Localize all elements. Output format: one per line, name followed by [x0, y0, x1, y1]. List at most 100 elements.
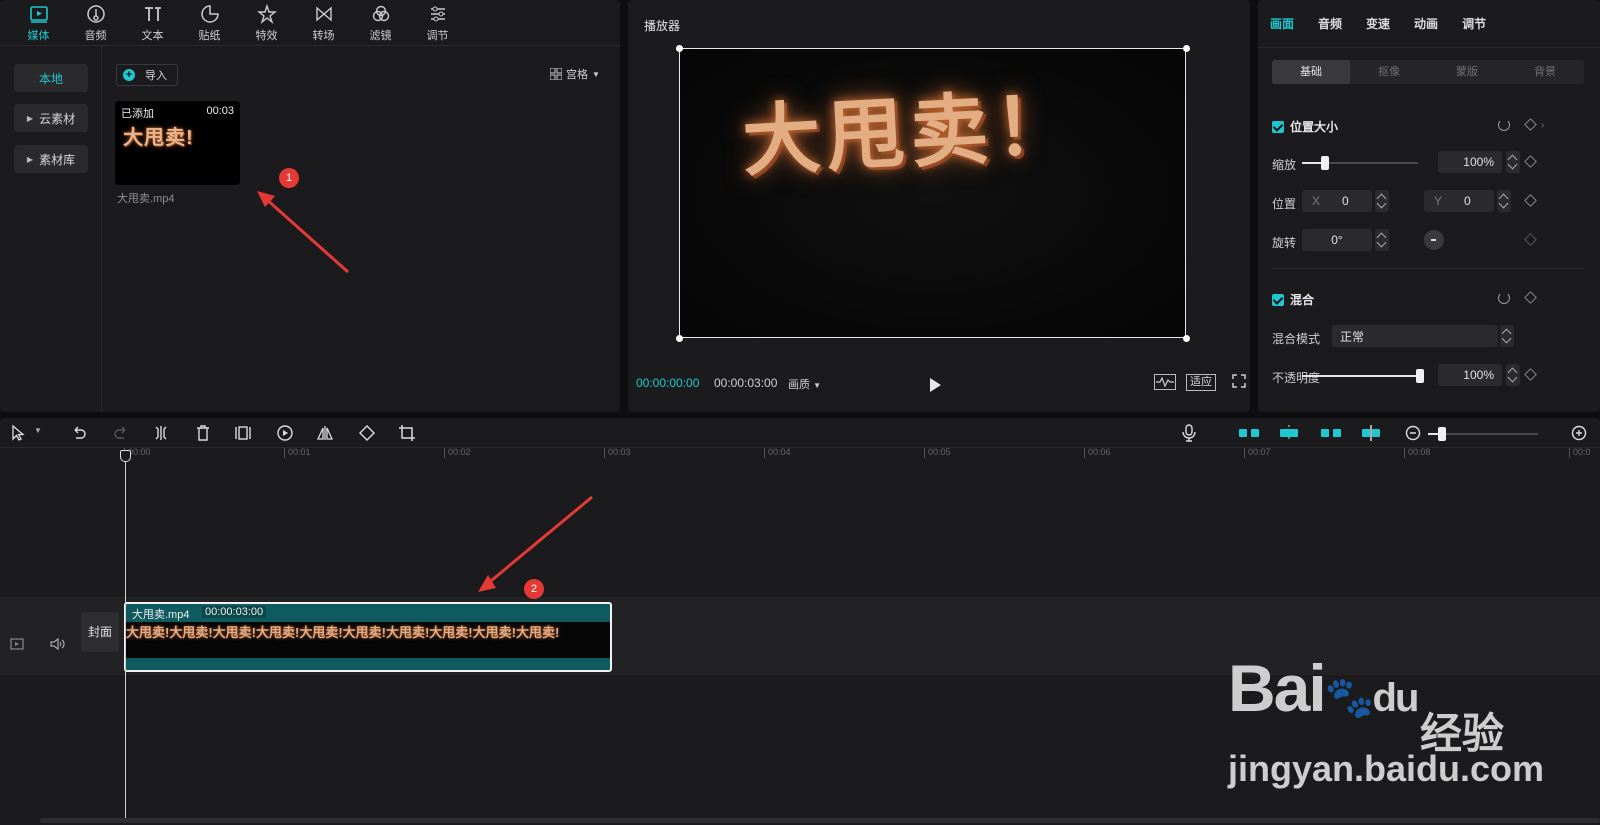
caret-right-icon: ▶ [26, 113, 34, 123]
sidebar-item-library[interactable]: ▶ 素材库 [14, 145, 88, 173]
subtab-basic[interactable]: 基础 [1272, 60, 1350, 84]
blend-mode-select[interactable]: 正常 [1332, 325, 1498, 347]
import-button[interactable]: + 导入 [116, 64, 178, 86]
reset-icon[interactable] [1498, 292, 1510, 304]
tab-audio-props[interactable]: 音频 [1318, 0, 1342, 47]
blend-mode-label: 混合模式 [1272, 332, 1321, 346]
tab-picture[interactable]: 画面 [1270, 0, 1294, 47]
position-x-input[interactable]: X 0 [1302, 190, 1372, 212]
waveform-icon[interactable] [1154, 374, 1176, 390]
video-clip[interactable]: 大甩卖.mp4 00:00:03:00 大甩卖!大甩卖!大甩卖!大甩卖!大甩卖!… [124, 602, 612, 672]
zoom-out-icon[interactable] [1404, 424, 1422, 442]
fit-button[interactable]: 适应 [1186, 374, 1216, 391]
tab-adjust[interactable]: 调节 [409, 0, 466, 46]
quality-dropdown[interactable]: 画质 ▼ [788, 376, 821, 392]
zoom-in-icon[interactable] [1570, 424, 1588, 442]
play-button[interactable] [930, 378, 941, 392]
ruler-tick: 00:01 [284, 448, 311, 458]
scale-input[interactable]: 100% [1438, 151, 1502, 173]
checkbox-icon[interactable] [1272, 120, 1284, 133]
scale-slider-knob[interactable] [1321, 156, 1330, 170]
tab-animation[interactable]: 动画 [1414, 0, 1438, 47]
zoom-slider[interactable] [1428, 427, 1538, 441]
x-value: 0 [1342, 194, 1349, 208]
scale-stepper[interactable] [1506, 151, 1520, 173]
opacity-stepper[interactable] [1506, 364, 1520, 386]
keyframe-icon[interactable] [1524, 194, 1537, 207]
volume-icon[interactable] [50, 637, 66, 651]
sidebar-item-cloud[interactable]: ▶ 云素材 [14, 104, 88, 132]
tab-adjust-props[interactable]: 调节 [1462, 0, 1486, 47]
chevron-down-icon[interactable]: ▼ [34, 426, 42, 435]
tab-effects[interactable]: 特效 [238, 0, 295, 46]
timeline-scrollbar[interactable] [40, 818, 1600, 823]
media-thumbnail[interactable]: 已添加 00:03 大甩卖! [115, 101, 240, 185]
position-y-input[interactable]: Y 0 [1424, 190, 1494, 212]
linkage-icon[interactable] [1320, 424, 1342, 442]
rotate-icon[interactable] [358, 424, 376, 442]
ruler-tick: 00:0 [1569, 448, 1591, 458]
delete-icon[interactable] [194, 424, 212, 442]
resize-handle[interactable] [1183, 335, 1190, 342]
undo-icon[interactable] [70, 424, 88, 442]
rotation-input[interactable]: 0° [1302, 229, 1372, 251]
tab-speed[interactable]: 变速 [1366, 0, 1390, 47]
tab-effects-label: 特效 [255, 29, 278, 42]
redo-icon[interactable] [112, 424, 130, 442]
tab-audio[interactable]: 音频 [67, 0, 124, 46]
opacity-slider-fill [1302, 375, 1420, 377]
mirror-icon[interactable] [316, 424, 334, 442]
subtab-cutout[interactable]: 抠像 [1350, 60, 1428, 84]
media-icon [29, 5, 48, 23]
keyframe-icon[interactable] [1524, 291, 1537, 304]
rotation-stepper[interactable] [1375, 229, 1389, 251]
resize-handle[interactable] [676, 45, 683, 52]
checkbox-icon[interactable] [1272, 293, 1284, 306]
resize-handle[interactable] [676, 335, 683, 342]
tab-text[interactable]: 文本 [124, 0, 181, 46]
subtab-background[interactable]: 背景 [1506, 60, 1584, 84]
position-y-stepper[interactable] [1497, 190, 1511, 212]
fullscreen-icon[interactable] [1232, 374, 1246, 388]
tab-transition[interactable]: 转场 [295, 0, 352, 46]
crop-icon[interactable] [398, 424, 416, 442]
rotation-dial[interactable] [1424, 230, 1444, 250]
freeze-frame-icon[interactable] [234, 424, 252, 442]
tab-sticker[interactable]: 贴纸 [181, 0, 238, 46]
properties-panel: 画面 音频 变速 动画 调节 基础 抠像 蒙版 背景 位置大小 › 缩放 100… [1258, 0, 1600, 412]
blend-mode-stepper[interactable] [1500, 325, 1514, 347]
sidebar-item-local[interactable]: 本地 [14, 64, 88, 92]
preview-canvas[interactable]: 大甩卖！ [679, 48, 1186, 338]
position-x-stepper[interactable] [1375, 190, 1389, 212]
cover-button[interactable]: 封面 [81, 612, 119, 652]
video-track-icon[interactable] [10, 638, 24, 650]
keyframe-icon[interactable] [1524, 368, 1537, 381]
opacity-slider-knob[interactable] [1416, 369, 1424, 383]
preview-axis-icon[interactable] [1360, 424, 1382, 442]
microphone-icon[interactable] [1180, 424, 1198, 442]
subtab-mask[interactable]: 蒙版 [1428, 60, 1506, 84]
split-icon[interactable] [152, 424, 170, 442]
keyframe-icon[interactable] [1524, 155, 1537, 168]
opacity-input[interactable]: 100% [1438, 364, 1502, 386]
playhead-handle[interactable] [120, 450, 131, 462]
blend-section[interactable]: 混合 [1272, 291, 1314, 308]
position-size-section[interactable]: 位置大小 [1272, 118, 1338, 135]
select-cursor-icon[interactable] [10, 424, 28, 442]
keyframe-icon[interactable] [1524, 118, 1537, 131]
media-panel: 媒体 音频 文本 贴纸 特效 转场 滤镜 调节 本地 ▶ 云素材 ▶ 素材库 +… [0, 0, 620, 412]
view-mode-dropdown[interactable]: 宫格 ▼ [550, 66, 600, 82]
main-track-magnet-icon[interactable] [1238, 424, 1260, 442]
scale-slider[interactable] [1302, 156, 1418, 170]
resize-handle[interactable] [1183, 45, 1190, 52]
reverse-icon[interactable] [276, 424, 294, 442]
time-ruler[interactable]: 00:00 00:01 00:02 00:03 00:04 00:05 00:0… [124, 448, 1600, 462]
tab-filter[interactable]: 滤镜 [352, 0, 409, 46]
reset-icon[interactable] [1498, 119, 1510, 131]
zoom-slider-knob[interactable] [1438, 427, 1446, 441]
ruler-tick: 00:06 [1084, 448, 1111, 458]
keyframe-icon[interactable] [1524, 233, 1537, 246]
auto-snap-icon[interactable] [1278, 424, 1300, 442]
opacity-slider[interactable] [1302, 369, 1424, 383]
tab-media[interactable]: 媒体 [10, 0, 67, 46]
